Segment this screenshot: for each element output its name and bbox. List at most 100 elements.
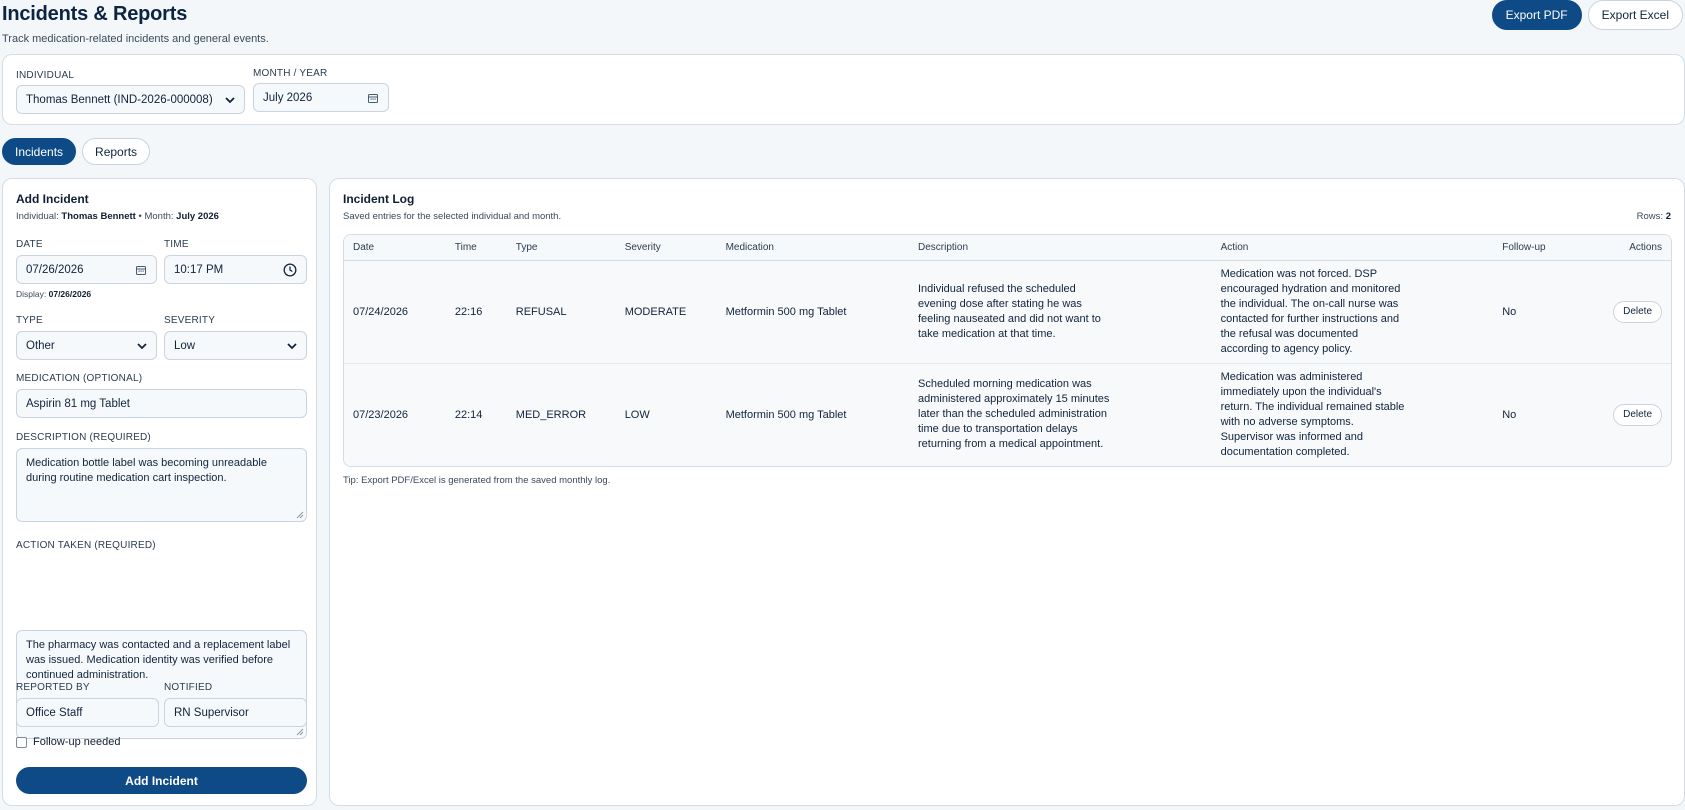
followup-checkbox[interactable] bbox=[16, 736, 27, 748]
reported-by-input[interactable]: Office Staff bbox=[16, 698, 159, 727]
column-header-time: Time bbox=[445, 235, 507, 261]
cell-actions: Delete bbox=[1600, 363, 1671, 466]
delete-button[interactable]: Delete bbox=[1613, 300, 1662, 323]
page-header: Incidents & Reports Track medication-rel… bbox=[2, 0, 269, 45]
time-value: 10:17 PM bbox=[174, 263, 224, 276]
severity-select-value: Low bbox=[174, 339, 196, 352]
meta-individual: Thomas Bennett bbox=[61, 211, 136, 222]
description-text: Individual refused the scheduled evening… bbox=[918, 282, 1101, 340]
rows-value: 2 bbox=[1665, 211, 1671, 222]
medication-input[interactable]: Aspirin 81 mg Tablet bbox=[16, 389, 307, 418]
tab-bar: Incidents Reports bbox=[2, 138, 151, 165]
export-tip: Tip: Export PDF/Excel is generated from … bbox=[343, 475, 611, 486]
export-excel-button[interactable]: Export Excel bbox=[1587, 0, 1683, 30]
column-header-action: Action bbox=[1211, 235, 1494, 261]
add-incident-meta: Individual: Thomas Bennett • Month: July… bbox=[16, 211, 219, 222]
incident-table: Date Time Type Severity Medication Descr… bbox=[344, 235, 1671, 466]
cell-actions: Delete bbox=[1600, 260, 1671, 364]
date-input[interactable]: 07/26/2026 bbox=[16, 255, 157, 284]
severity-select[interactable]: Low bbox=[164, 331, 307, 360]
cell-description: Scheduled morning medication was adminis… bbox=[909, 363, 1212, 466]
calendar-icon[interactable] bbox=[135, 264, 147, 276]
table-row: 07/24/2026 22:16 REFUSAL MODERATE Metfor… bbox=[344, 260, 1671, 364]
individual-select[interactable]: Thomas Bennett (IND-2026-000008) bbox=[16, 85, 245, 114]
cell-action: Medication was administered immediately … bbox=[1211, 363, 1494, 466]
chevron-down-icon bbox=[137, 343, 147, 350]
medication-value: Aspirin 81 mg Tablet bbox=[26, 397, 130, 410]
header-actions: Export PDF Export Excel bbox=[1491, 0, 1683, 30]
cell-severity: MODERATE bbox=[615, 260, 717, 364]
notified-value: RN Supervisor bbox=[174, 706, 249, 719]
tab-reports[interactable]: Reports bbox=[82, 138, 151, 165]
followup-label: Follow-up needed bbox=[33, 736, 121, 748]
date-display: Display: 07/26/2026 bbox=[16, 289, 91, 299]
resize-grip-icon[interactable] bbox=[296, 511, 304, 519]
notified-input[interactable]: RN Supervisor bbox=[164, 698, 307, 727]
followup-row: Follow-up needed bbox=[16, 736, 120, 748]
resize-grip-icon[interactable] bbox=[296, 728, 304, 736]
meta-month-label: Month: bbox=[144, 211, 174, 222]
meta-month: July 2026 bbox=[176, 211, 219, 222]
cell-type: MED_ERROR bbox=[506, 363, 616, 466]
medication-label: MEDICATION (OPTIONAL) bbox=[16, 373, 143, 384]
cell-time: 22:14 bbox=[445, 363, 507, 466]
description-textarea[interactable]: Medication bottle label was becoming unr… bbox=[16, 448, 307, 522]
month-year-value: July 2026 bbox=[263, 91, 313, 104]
month-year-input[interactable]: July 2026 bbox=[253, 83, 389, 112]
date-label: DATE bbox=[16, 239, 43, 250]
action-text: Medication was administered immediately … bbox=[1220, 370, 1405, 458]
meta-separator: • bbox=[138, 211, 142, 222]
meta-individual-label: Individual: bbox=[16, 211, 59, 222]
type-select[interactable]: Other bbox=[16, 331, 157, 360]
incident-log-title: Incident Log bbox=[343, 192, 415, 206]
severity-label: SEVERITY bbox=[164, 315, 216, 326]
chevron-down-icon bbox=[225, 97, 235, 104]
column-header-followup: Follow-up bbox=[1493, 235, 1601, 261]
rows-label: Rows: bbox=[1636, 211, 1664, 222]
time-label: TIME bbox=[164, 239, 189, 250]
calendar-icon[interactable] bbox=[367, 92, 379, 104]
column-header-actions: Actions bbox=[1600, 235, 1671, 261]
time-input[interactable]: 10:17 PM bbox=[164, 255, 307, 284]
table-row: 07/23/2026 22:14 MED_ERROR LOW Metformin… bbox=[344, 363, 1671, 466]
cell-description: Individual refused the scheduled evening… bbox=[909, 260, 1212, 364]
cell-medication: Metformin 500 mg Tablet bbox=[716, 363, 909, 466]
incident-log-card: Incident Log Saved entries for the selec… bbox=[329, 178, 1685, 806]
column-header-description: Description bbox=[909, 235, 1212, 261]
table-header-row: Date Time Type Severity Medication Descr… bbox=[344, 235, 1671, 261]
page-subtitle: Track medication-related incidents and g… bbox=[2, 33, 269, 45]
filter-card: INDIVIDUAL Thomas Bennett (IND-2026-0000… bbox=[2, 54, 1685, 125]
cell-action: Medication was not forced. DSP encourage… bbox=[1211, 260, 1494, 364]
action-taken-value: The pharmacy was contacted and a replace… bbox=[26, 639, 291, 681]
chevron-down-icon bbox=[287, 343, 297, 350]
action-text: Medication was not forced. DSP encourage… bbox=[1220, 267, 1401, 355]
add-incident-title: Add Incident bbox=[16, 192, 89, 206]
add-incident-card: Add Incident Individual: Thomas Bennett … bbox=[2, 178, 317, 806]
reported-by-value: Office Staff bbox=[26, 706, 83, 719]
add-incident-button[interactable]: Add Incident bbox=[16, 767, 307, 794]
description-value: Medication bottle label was becoming unr… bbox=[26, 457, 267, 484]
individual-label: INDIVIDUAL bbox=[16, 70, 75, 81]
display-label: Display: bbox=[16, 289, 47, 299]
cell-time: 22:16 bbox=[445, 260, 507, 364]
cell-medication: Metformin 500 mg Tablet bbox=[716, 260, 909, 364]
type-label: TYPE bbox=[16, 315, 43, 326]
cell-date: 07/24/2026 bbox=[344, 260, 446, 364]
cell-followup: No bbox=[1493, 363, 1601, 466]
type-select-value: Other bbox=[26, 339, 55, 352]
date-value: 07/26/2026 bbox=[26, 263, 84, 276]
cell-date: 07/23/2026 bbox=[344, 363, 446, 466]
delete-button[interactable]: Delete bbox=[1613, 403, 1662, 426]
description-label: DESCRIPTION (REQUIRED) bbox=[16, 432, 151, 443]
individual-select-value: Thomas Bennett (IND-2026-000008) bbox=[26, 93, 213, 106]
incident-table-container: Date Time Type Severity Medication Descr… bbox=[343, 234, 1672, 467]
column-header-severity: Severity bbox=[615, 235, 717, 261]
cell-type: REFUSAL bbox=[506, 260, 616, 364]
display-value: 07/26/2026 bbox=[48, 289, 92, 299]
tab-incidents[interactable]: Incidents bbox=[2, 138, 77, 165]
incident-log-subtitle: Saved entries for the selected individua… bbox=[343, 211, 562, 222]
month-year-label: MONTH / YEAR bbox=[253, 68, 328, 79]
export-pdf-button[interactable]: Export PDF bbox=[1491, 0, 1582, 30]
clock-icon[interactable] bbox=[283, 263, 297, 277]
cell-severity: LOW bbox=[615, 363, 717, 466]
